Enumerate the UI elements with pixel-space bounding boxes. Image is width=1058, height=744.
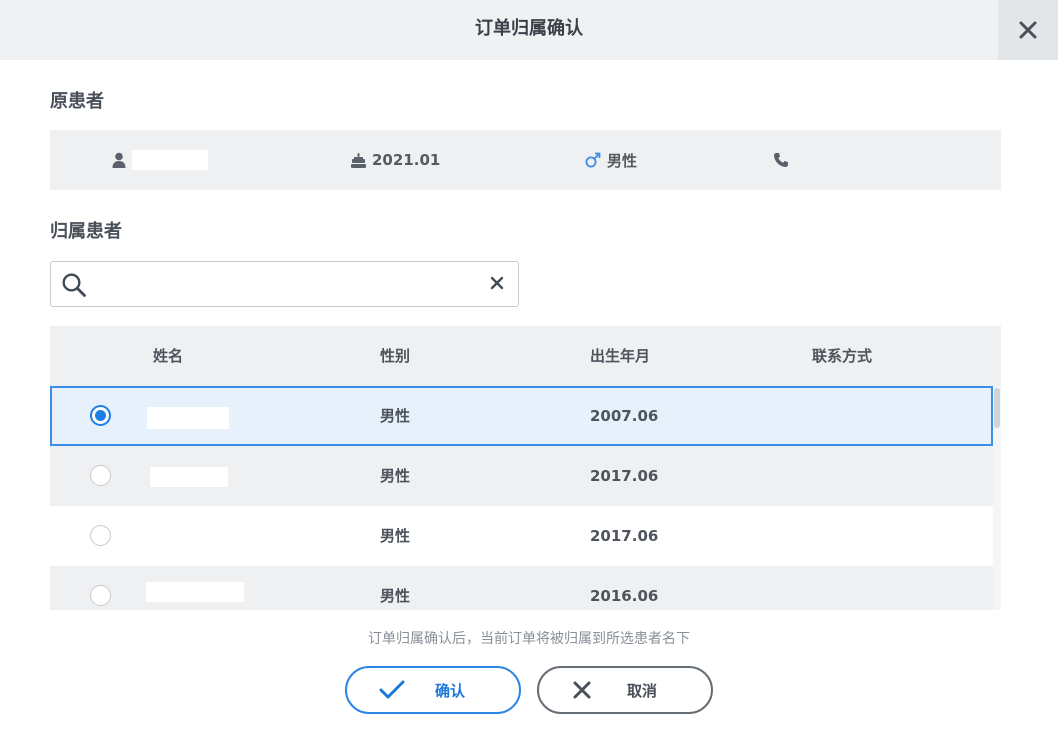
row-radio[interactable] (90, 405, 111, 426)
table-scrollbar[interactable] (993, 386, 1001, 610)
row-gender: 男性 (380, 527, 411, 545)
header-birth: 出生年月 (590, 347, 651, 365)
patient-name (112, 130, 208, 190)
header-name: 姓名 (153, 347, 184, 365)
close-button[interactable] (998, 0, 1058, 60)
user-icon (112, 152, 126, 168)
row-birth: 2007.06 (590, 407, 659, 425)
cancel-button[interactable]: 取消 (537, 666, 713, 714)
patient-birth: 2021.01 (350, 130, 440, 190)
gender-value: 男性 (607, 151, 638, 170)
scrollbar-thumb[interactable] (994, 388, 1000, 428)
patient-gender: 男性 (585, 130, 637, 190)
search-icon (62, 273, 86, 297)
original-patient-info: 2021.01 男性 (50, 130, 1001, 190)
row-birth: 2016.06 (590, 587, 659, 605)
clear-search-icon[interactable] (490, 276, 504, 290)
confirm-button[interactable]: 确认 (345, 666, 521, 714)
row-radio[interactable] (90, 585, 111, 606)
dialog-header: 订单归属确认 (0, 0, 1058, 60)
patient-table: 姓名 性别 出生年月 联系方式 男性 2007.06 男性 2017.06 男性… (50, 326, 1001, 610)
search-input[interactable] (97, 268, 467, 300)
table-body: 男性 2007.06 男性 2017.06 男性 2017.06 男性 2016… (50, 386, 993, 610)
row-radio[interactable] (90, 465, 111, 486)
table-row[interactable]: 男性 2016.06 (50, 566, 993, 610)
patient-search-box (50, 261, 519, 307)
cake-icon (351, 152, 366, 168)
target-patient-title: 归属患者 (50, 221, 122, 242)
confirm-label: 确认 (434, 682, 465, 700)
name-redacted (147, 407, 229, 429)
row-birth: 2017.06 (590, 527, 659, 545)
table-header: 姓名 性别 出生年月 联系方式 (50, 326, 1001, 386)
table-row[interactable]: 男性 2017.06 (50, 446, 993, 506)
row-radio[interactable] (90, 525, 111, 546)
phone-icon (774, 153, 788, 167)
name-redacted (132, 150, 208, 170)
original-patient-title: 原患者 (50, 91, 104, 112)
order-ownership-dialog: 订单归属确认 原患者 2021.01 男性 归属患者 姓名 性别 出生年月 联系… (0, 0, 1058, 744)
male-icon (585, 152, 601, 168)
row-birth: 2017.06 (590, 467, 659, 485)
patient-phone (773, 130, 789, 190)
confirm-note: 订单归属确认后，当前订单将被归属到所选患者名下 (368, 631, 690, 647)
header-contact: 联系方式 (812, 347, 873, 365)
header-gender: 性别 (380, 347, 411, 365)
close-icon (1019, 21, 1037, 39)
birth-value: 2021.01 (372, 151, 441, 169)
name-redacted (150, 467, 228, 487)
row-gender: 男性 (380, 467, 411, 485)
row-gender: 男性 (380, 407, 411, 425)
table-row[interactable]: 男性 2007.06 (50, 386, 993, 446)
dialog-title: 订单归属确认 (475, 18, 583, 39)
cancel-label: 取消 (626, 682, 657, 700)
name-redacted (146, 582, 244, 602)
row-gender: 男性 (380, 587, 411, 605)
table-row[interactable]: 男性 2017.06 (50, 506, 993, 566)
